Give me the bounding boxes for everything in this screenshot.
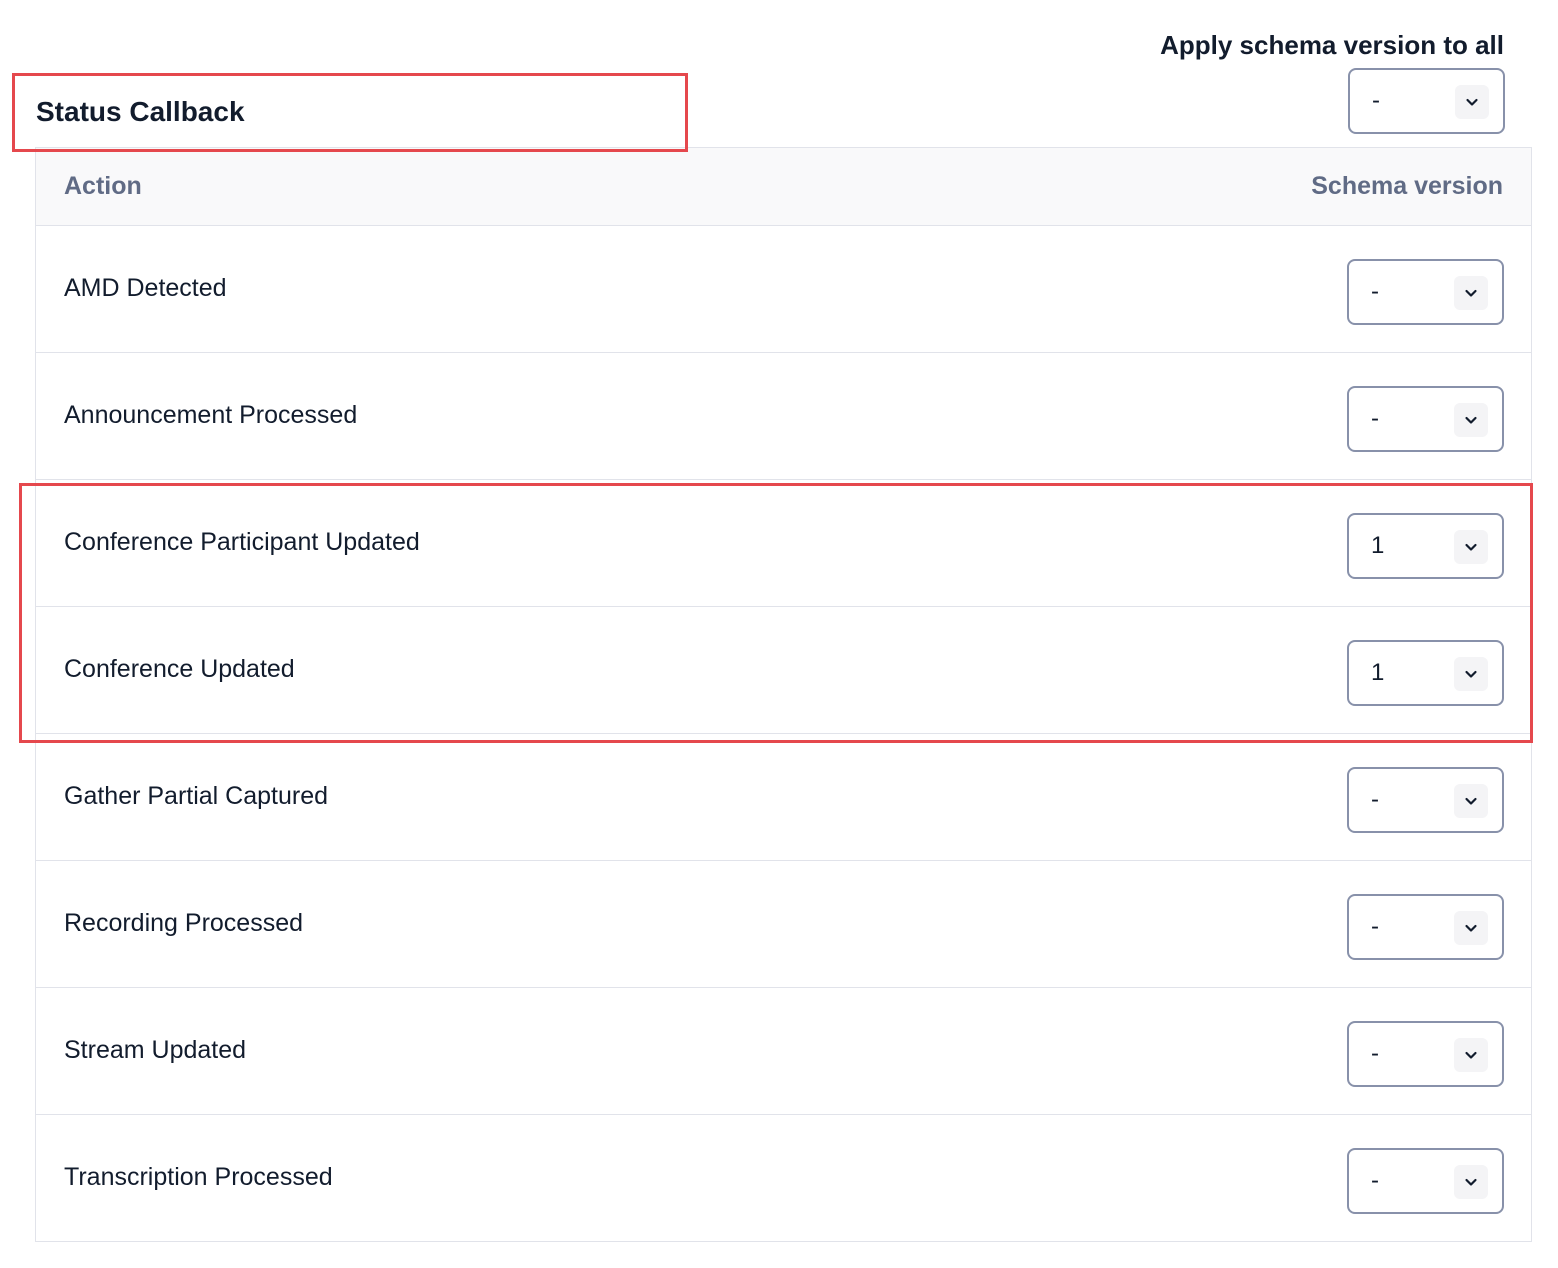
- schema-version-value: -: [1371, 278, 1379, 305]
- schema-version-select[interactable]: -: [1347, 894, 1504, 960]
- schema-version-value: -: [1371, 913, 1379, 940]
- chevron-down-icon: [1454, 276, 1488, 310]
- schema-version-select[interactable]: -: [1347, 1021, 1504, 1087]
- schema-version-value: -: [1371, 1040, 1379, 1067]
- table-header: Action Schema version: [36, 148, 1531, 226]
- column-header-action: Action: [64, 172, 142, 200]
- chevron-down-icon: [1454, 403, 1488, 437]
- schema-version-value: 1: [1371, 659, 1385, 686]
- table-body: AMD Detected - Announcement Processed - …: [36, 226, 1531, 1242]
- schema-version-select[interactable]: -: [1347, 259, 1504, 325]
- chevron-down-icon: [1455, 85, 1489, 119]
- table-row: Conference Updated 1: [36, 607, 1531, 734]
- schema-version-select[interactable]: -: [1347, 1148, 1504, 1214]
- chevron-down-icon: [1454, 1038, 1488, 1072]
- table-row: Announcement Processed -: [36, 353, 1531, 480]
- action-label: Recording Processed: [64, 909, 304, 937]
- schema-version-value: 1: [1371, 532, 1385, 559]
- table-row: Gather Partial Captured -: [36, 734, 1531, 861]
- table-row: Stream Updated -: [36, 988, 1531, 1115]
- schema-version-table: Action Schema version AMD Detected - Ann…: [35, 147, 1532, 1242]
- schema-version-select[interactable]: 1: [1347, 513, 1504, 579]
- action-label: Gather Partial Captured: [64, 782, 329, 810]
- chevron-down-icon: [1454, 1165, 1488, 1199]
- schema-version-select[interactable]: 1: [1347, 640, 1504, 706]
- apply-schema-label: Apply schema version to all: [1160, 30, 1504, 60]
- status-callback-page: Apply schema version to all - Status Cal…: [0, 0, 1558, 1268]
- action-label: Announcement Processed: [64, 401, 358, 429]
- schema-version-select[interactable]: -: [1347, 386, 1504, 452]
- chevron-down-icon: [1454, 784, 1488, 818]
- table-row: Transcription Processed -: [36, 1115, 1531, 1242]
- table-row: AMD Detected -: [36, 226, 1531, 353]
- action-label: Conference Updated: [64, 655, 295, 683]
- chevron-down-icon: [1454, 530, 1488, 564]
- chevron-down-icon: [1454, 911, 1488, 945]
- schema-version-value: -: [1371, 405, 1379, 432]
- chevron-down-icon: [1454, 657, 1488, 691]
- schema-version-select[interactable]: -: [1347, 767, 1504, 833]
- apply-schema-value: -: [1372, 87, 1380, 114]
- table-row: Conference Participant Updated 1: [36, 480, 1531, 607]
- section-title: Status Callback: [36, 96, 245, 127]
- table-row: Recording Processed -: [36, 861, 1531, 988]
- action-label: Transcription Processed: [64, 1163, 333, 1191]
- column-header-schema-version: Schema version: [1311, 172, 1503, 200]
- schema-version-value: -: [1371, 786, 1379, 813]
- action-label: Conference Participant Updated: [64, 528, 420, 556]
- action-label: Stream Updated: [64, 1036, 247, 1064]
- action-label: AMD Detected: [64, 274, 227, 302]
- schema-version-value: -: [1371, 1167, 1379, 1194]
- apply-schema-select[interactable]: -: [1348, 68, 1505, 134]
